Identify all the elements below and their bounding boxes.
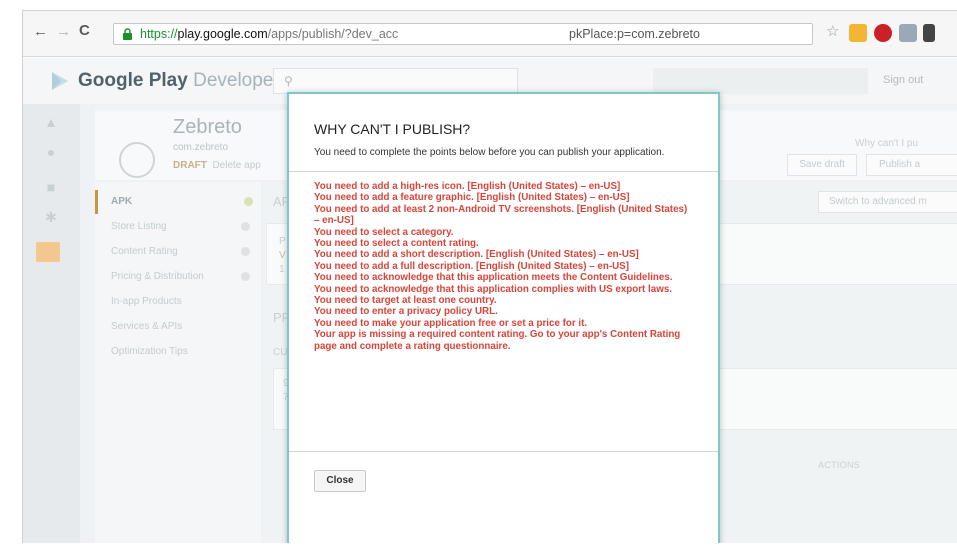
status-dot-icon xyxy=(241,272,250,281)
forward-arrow-icon[interactable]: → xyxy=(56,23,71,40)
bookmark-star-icon[interactable]: ☆ xyxy=(826,22,839,40)
nav-item-pricing[interactable]: Pricing & Distribution xyxy=(95,265,261,289)
extension-tool-icon[interactable] xyxy=(899,24,917,42)
card-text: 1 xyxy=(279,264,285,275)
why-cant-publish-link[interactable]: Why can't I pu xyxy=(855,138,918,149)
settings-icon[interactable]: ✱ xyxy=(43,209,59,225)
url-scheme: https:// xyxy=(140,27,178,41)
issue-item: You need to add a feature graphic. [Engl… xyxy=(314,192,630,204)
issue-item: You need to acknowledge that this applic… xyxy=(314,272,673,284)
console-search-input[interactable]: ⚲ xyxy=(273,68,518,94)
app-name: Zebreto xyxy=(173,116,242,138)
nav-item-store-listing[interactable]: Store Listing xyxy=(95,215,261,239)
issue-item: You need to target at least one country. xyxy=(314,295,497,307)
issue-item: Your app is missing a required content r… xyxy=(314,329,681,352)
dialog-title: WHY CAN'T I PUBLISH? xyxy=(314,121,471,137)
issue-item: You need to select a content rating. xyxy=(314,238,479,250)
url-host: play.google.com xyxy=(177,27,268,41)
nav-item-services-apis[interactable]: Services & APIs xyxy=(95,315,261,339)
nav-item-in-app-products[interactable]: In-app Products xyxy=(95,290,261,314)
draft-status-badge: DRAFT xyxy=(173,160,207,171)
publish-issues-list: You need to add a high-res icon. [Englis… xyxy=(314,181,694,352)
close-button[interactable]: Close xyxy=(314,470,366,492)
dialog-divider xyxy=(289,171,718,172)
publish-app-button[interactable]: Publish a xyxy=(866,154,957,176)
play-logo-icon xyxy=(52,72,68,90)
back-arrow-icon[interactable]: ← xyxy=(33,23,48,40)
chrome-menu-icon[interactable] xyxy=(923,24,935,42)
pinterest-icon[interactable] xyxy=(874,24,892,42)
url-path: /apps/publish/?dev_acc xyxy=(267,27,399,41)
save-draft-button[interactable]: Save draft xyxy=(787,154,857,176)
card-text: V xyxy=(279,250,286,261)
status-dot-icon xyxy=(241,247,250,256)
browser-window: ← → C https://play.google.com/apps/publi… xyxy=(22,10,957,543)
nav-item-content-rating[interactable]: Content Rating xyxy=(95,240,261,264)
issue-item: You need to add at least 2 non-Android T… xyxy=(314,203,688,227)
status-dot-icon xyxy=(241,222,250,231)
app-package: com.zebreto xyxy=(173,142,229,153)
nav-item-optimization-tips[interactable]: Optimization Tips xyxy=(95,340,261,364)
actions-column-header: ACTIONS xyxy=(818,460,861,470)
games-icon[interactable]: ● xyxy=(43,144,59,160)
account-switcher[interactable] xyxy=(653,68,868,94)
left-rail: ▲ ● ■ ✱ xyxy=(23,104,80,543)
issue-item: You need to select a category. xyxy=(314,226,454,238)
developer-console: Google Play Developer Console ⚲ Sign out… xyxy=(23,58,957,543)
dialog-footer-divider xyxy=(289,451,718,452)
issue-item: You need to add a full description. [Eng… xyxy=(314,260,629,272)
app-status: DRAFT Delete app xyxy=(173,160,261,171)
complete-check-icon xyxy=(244,197,253,206)
reload-icon[interactable]: C xyxy=(79,22,90,39)
card-text: P xyxy=(279,236,286,247)
issue-item: You need to make your application free o… xyxy=(314,317,588,329)
alerts-icon[interactable] xyxy=(36,242,60,262)
app-nav-menu: APK Store Listing Content Rating Pricing… xyxy=(95,182,261,543)
android-icon[interactable]: ▲ xyxy=(43,114,59,130)
nav-item-apk[interactable]: APK xyxy=(95,190,261,214)
app-avatar xyxy=(119,142,155,178)
delete-app-link[interactable]: Delete app xyxy=(212,160,260,171)
dialog-subtitle: You need to complete the points below be… xyxy=(314,147,665,158)
extension-icon[interactable] xyxy=(849,24,867,42)
address-bar[interactable]: https://play.google.com/apps/publish/?de… xyxy=(113,23,813,45)
subsection-heading: CU xyxy=(273,347,288,358)
issue-item: You need to enter a privacy policy URL. xyxy=(314,306,498,318)
issue-item: You need to acknowledge that this applic… xyxy=(314,283,673,295)
why-cant-publish-dialog: WHY CAN'T I PUBLISH? You need to complet… xyxy=(287,92,720,543)
sign-out-link[interactable]: Sign out xyxy=(883,74,923,86)
issue-item: You need to add a high-res icon. [Englis… xyxy=(314,181,621,192)
lock-icon xyxy=(123,28,132,40)
url-tail: pkPlace:p=com.zebreto xyxy=(569,27,700,41)
reports-icon[interactable]: ■ xyxy=(43,179,59,195)
browser-toolbar: ← → C https://play.google.com/apps/publi… xyxy=(23,11,957,57)
search-icon: ⚲ xyxy=(284,74,293,88)
issue-item: You need to add a short description. [En… xyxy=(314,249,639,261)
advanced-mode-button[interactable]: Switch to advanced m xyxy=(818,191,957,213)
